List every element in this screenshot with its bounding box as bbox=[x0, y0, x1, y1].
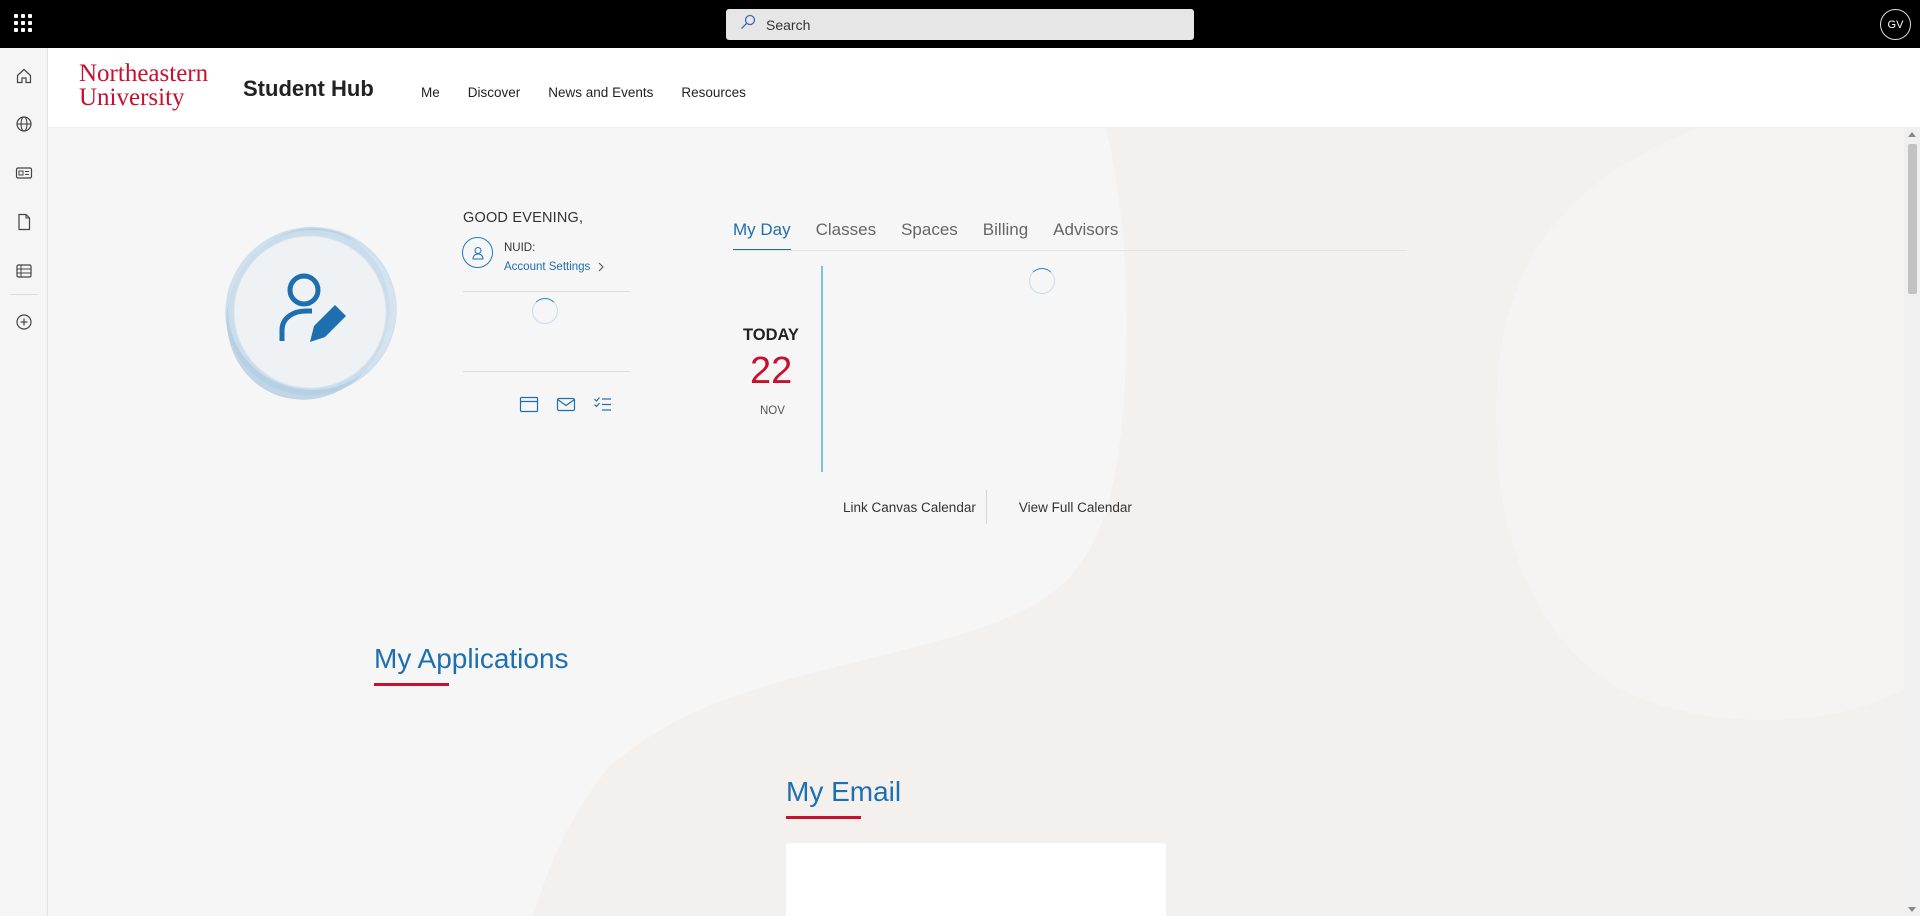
scroll-down-icon[interactable] bbox=[1908, 907, 1916, 912]
tab-my-day[interactable]: My Day bbox=[733, 220, 791, 251]
nav-item-news-and-events[interactable]: News and Events bbox=[548, 85, 653, 100]
today-day: 22 bbox=[750, 350, 793, 392]
today-month: NOV bbox=[760, 405, 785, 417]
loading-spinner bbox=[1029, 268, 1055, 294]
mail-icon[interactable] bbox=[556, 395, 576, 413]
suite-bar: Search GV bbox=[0, 0, 1920, 48]
tab-spaces[interactable]: Spaces bbox=[901, 220, 958, 251]
chevron-right-icon bbox=[598, 262, 605, 272]
search-input[interactable]: Search bbox=[726, 9, 1194, 40]
calendar-links: Link Canvas Calendar View Full Calendar bbox=[843, 490, 1132, 524]
calendar-icon[interactable] bbox=[519, 395, 539, 413]
document-icon[interactable] bbox=[12, 210, 36, 234]
my-day-tabs: My Day Classes Spaces Billing Advisors bbox=[733, 220, 1143, 251]
link-divider bbox=[985, 490, 987, 524]
search-placeholder: Search bbox=[766, 16, 811, 33]
table-icon[interactable] bbox=[12, 259, 36, 283]
quick-actions bbox=[519, 395, 630, 413]
tab-advisors[interactable]: Advisors bbox=[1053, 220, 1118, 251]
email-card bbox=[786, 843, 1166, 916]
nav-item-resources[interactable]: Resources bbox=[681, 85, 746, 100]
add-icon[interactable] bbox=[12, 310, 36, 334]
tabs-divider bbox=[733, 250, 1407, 251]
page-scrollbar[interactable] bbox=[1904, 128, 1920, 916]
logo-line-1: Northeastern bbox=[79, 60, 209, 87]
nav-item-me[interactable]: Me bbox=[421, 85, 440, 100]
home-icon[interactable] bbox=[12, 64, 36, 88]
logo-line-2: University bbox=[79, 84, 185, 111]
heading-underline bbox=[374, 683, 449, 686]
profile-divider-bottom bbox=[463, 371, 630, 372]
person-icon bbox=[462, 237, 493, 268]
link-canvas-calendar-link[interactable]: Link Canvas Calendar bbox=[843, 500, 976, 515]
scroll-up-icon[interactable] bbox=[1908, 132, 1916, 137]
heading-underline bbox=[786, 816, 861, 819]
app-launcher-icon[interactable] bbox=[12, 12, 34, 34]
rail-divider bbox=[10, 294, 38, 295]
news-icon[interactable] bbox=[12, 161, 36, 185]
left-rail bbox=[0, 48, 48, 916]
nav-item-discover[interactable]: Discover bbox=[468, 85, 521, 100]
nuid-label: NUID: bbox=[504, 242, 536, 254]
profile-picture[interactable] bbox=[216, 218, 404, 411]
profile-divider-top bbox=[463, 291, 630, 292]
account-avatar[interactable]: GV bbox=[1880, 9, 1911, 40]
today-label: TODAY bbox=[743, 326, 799, 344]
site-header: Northeastern University Student Hub Me D… bbox=[48, 48, 1920, 128]
site-title[interactable]: Student Hub bbox=[243, 76, 374, 102]
top-nav: Me Discover News and Events Resources bbox=[421, 85, 774, 100]
scroll-thumb[interactable] bbox=[1908, 144, 1917, 294]
timeline-line bbox=[821, 266, 823, 472]
my-applications-heading: My Applications bbox=[374, 643, 569, 674]
my-email-heading: My Email bbox=[786, 776, 902, 807]
account-settings-label: Account Settings bbox=[504, 261, 591, 273]
tab-billing[interactable]: Billing bbox=[983, 220, 1028, 251]
greeting-text: GOOD EVENING, bbox=[463, 210, 584, 226]
main-content: GOOD EVENING, NUID: Account Settings My … bbox=[48, 128, 1906, 916]
view-full-calendar-link[interactable]: View Full Calendar bbox=[1019, 500, 1132, 515]
tab-classes[interactable]: Classes bbox=[816, 220, 876, 251]
globe-icon[interactable] bbox=[12, 112, 36, 136]
northeastern-logo[interactable]: Northeastern University bbox=[79, 60, 209, 111]
search-icon bbox=[740, 14, 756, 35]
loading-spinner bbox=[532, 298, 558, 324]
tasks-icon[interactable] bbox=[593, 395, 613, 413]
account-settings-link[interactable]: Account Settings bbox=[504, 261, 605, 273]
